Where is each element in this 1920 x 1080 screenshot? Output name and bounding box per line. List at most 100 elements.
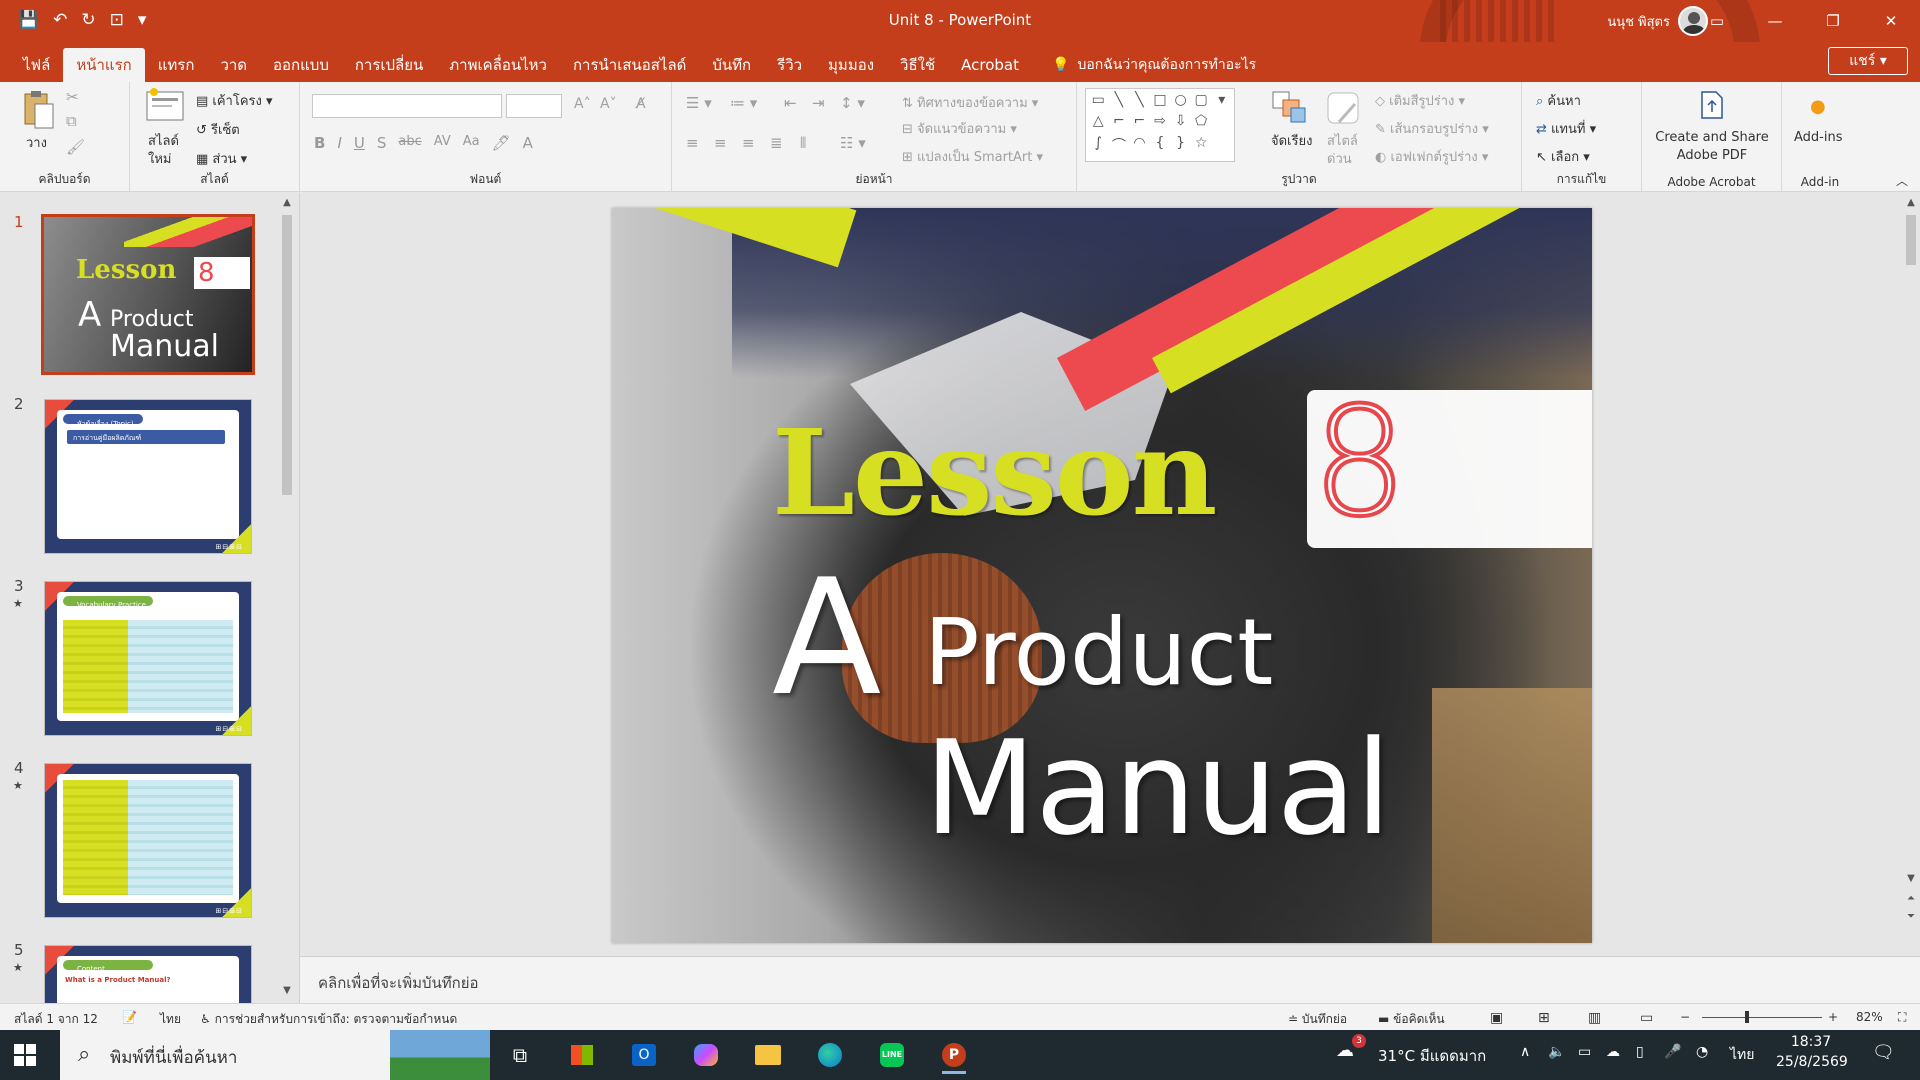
user-name[interactable]: นนุช พิสุตร bbox=[1607, 11, 1670, 32]
scrollbar-thumb[interactable] bbox=[1906, 215, 1916, 265]
language-indicator[interactable]: ไทย bbox=[160, 1010, 181, 1029]
copilot-icon[interactable] bbox=[686, 1036, 726, 1074]
font-color-icon[interactable]: A bbox=[523, 134, 533, 152]
shape-effects-button[interactable]: ◐ เอฟเฟกต์รูปร่าง ▾ bbox=[1375, 146, 1488, 167]
decrease-indent-icon[interactable]: ⇤ bbox=[784, 94, 797, 112]
create-pdf-label-2[interactable]: Adobe PDF bbox=[1654, 148, 1770, 163]
new-slide-icon[interactable] bbox=[146, 88, 184, 122]
connector-icon[interactable]: ⌐ bbox=[1130, 113, 1149, 132]
align-left-icon[interactable]: ≡ bbox=[686, 134, 699, 152]
close-button[interactable]: ✕ bbox=[1862, 0, 1920, 42]
align-center-icon[interactable]: ≡ bbox=[714, 134, 727, 152]
thumbnail-item[interactable]: 2 หัวข้อเรื่อง (Topic) การอ่านคู่มือผลิต… bbox=[0, 395, 280, 555]
slide-lesson-title[interactable]: Lesson bbox=[772, 413, 1217, 533]
paste-label[interactable]: วาง bbox=[26, 132, 47, 153]
zoom-level[interactable]: 82% bbox=[1856, 1010, 1883, 1024]
thumbnail-slide-4[interactable]: ⊞⊟⊞⊟ bbox=[44, 763, 252, 918]
increase-indent-icon[interactable]: ⇥ bbox=[812, 94, 825, 112]
change-case-button[interactable]: Aa bbox=[463, 134, 480, 152]
thumbnail-item[interactable]: 3 ★ Vocabulary Practice ⊞⊟⊞⊟ bbox=[0, 577, 280, 737]
minimize-button[interactable]: — bbox=[1746, 0, 1804, 42]
zoom-slider[interactable] bbox=[1702, 1017, 1822, 1018]
tab-file[interactable]: ไฟล์ bbox=[10, 48, 63, 82]
section-button[interactable]: ▦ ส่วน ▾ bbox=[196, 148, 247, 169]
bullets-icon[interactable]: ☰ ▾ bbox=[686, 94, 712, 112]
comments-button[interactable]: ▬ ข้อคิดเห็น bbox=[1378, 1010, 1445, 1029]
addins-button[interactable]: Add-ins bbox=[1794, 130, 1842, 145]
battery-icon[interactable]: ▭ bbox=[1578, 1044, 1591, 1060]
tab-home[interactable]: หน้าแรก bbox=[63, 48, 145, 82]
format-painter-icon[interactable]: 🖌 bbox=[66, 138, 85, 156]
notes-button[interactable]: ≐ บันทึกย่อ bbox=[1288, 1010, 1347, 1029]
connector-icon[interactable]: ⌐ bbox=[1110, 113, 1129, 132]
clock-time[interactable]: 18:37 bbox=[1778, 1034, 1844, 1050]
font-size-combo[interactable] bbox=[506, 94, 562, 118]
input-language[interactable]: ไทย bbox=[1730, 1044, 1754, 1066]
scroll-up-icon[interactable]: ▲ bbox=[1902, 197, 1920, 208]
rounded-rect-icon[interactable]: ▢ bbox=[1192, 92, 1211, 111]
tab-acrobat[interactable]: Acrobat bbox=[948, 48, 1032, 82]
line-spacing-icon[interactable]: ↕ ▾ bbox=[840, 94, 865, 112]
notes-pane[interactable]: คลิกเพื่อที่จะเพิ่มบันทึกย่อ bbox=[300, 956, 1920, 1003]
font-name-combo[interactable] bbox=[312, 94, 502, 118]
editor-scrollbar[interactable]: ▲ ▼ ⏶ ⏷ bbox=[1902, 193, 1920, 922]
reset-button[interactable]: ↺ รีเซ็ต bbox=[196, 119, 240, 140]
clear-format-icon[interactable]: A̸ bbox=[636, 96, 646, 112]
bold-button[interactable]: B bbox=[314, 134, 325, 152]
line-app-icon[interactable]: LINE bbox=[872, 1036, 912, 1074]
weather-text[interactable]: 31°C มีแดดมาก bbox=[1378, 1044, 1486, 1068]
highlight-icon[interactable]: 🖊 bbox=[492, 134, 511, 152]
onedrive-icon[interactable]: ☁ bbox=[1606, 1044, 1620, 1060]
justify-icon[interactable]: ≣ bbox=[770, 134, 783, 152]
scroll-down-icon[interactable]: ▼ bbox=[1902, 873, 1920, 884]
clock-date[interactable]: 25/8/2569 bbox=[1776, 1054, 1848, 1070]
textbox-icon[interactable]: ▭ bbox=[1089, 92, 1108, 111]
quick-styles-icon[interactable] bbox=[1325, 90, 1361, 126]
char-spacing-button[interactable]: AV bbox=[434, 134, 451, 152]
show-hidden-icons[interactable]: ∧ bbox=[1520, 1044, 1530, 1060]
tab-record[interactable]: บันทึก bbox=[699, 48, 764, 82]
underline-button[interactable]: U bbox=[354, 134, 365, 152]
file-explorer-icon[interactable] bbox=[748, 1036, 788, 1074]
tab-transitions[interactable]: การเปลี่ยน bbox=[342, 48, 436, 82]
shapes-gallery[interactable]: ▭ ╲ ╲ □ ○ ▢ ▾ △ ⌐ ⌐ ⇨ ⇩ ⬠ ∫ ⌒ ◠{} ☆ bbox=[1085, 88, 1235, 162]
numbering-icon[interactable]: ≔ ▾ bbox=[730, 94, 757, 112]
windows-start-icon[interactable] bbox=[14, 1044, 36, 1066]
oval-icon[interactable]: ○ bbox=[1171, 92, 1190, 111]
powerpoint-icon[interactable]: P bbox=[934, 1036, 974, 1074]
previous-slide-icon[interactable]: ⏶ bbox=[1902, 893, 1920, 904]
store-icon[interactable] bbox=[562, 1036, 602, 1074]
align-text-button[interactable]: ⊟ จัดแนวข้อความ ▾ bbox=[902, 118, 1017, 139]
paste-icon[interactable] bbox=[22, 90, 56, 130]
grow-font-icon[interactable]: A˄ bbox=[574, 96, 591, 112]
microphone-icon[interactable]: 🎤 bbox=[1664, 1044, 1681, 1060]
weather-icon[interactable]: ☁ bbox=[1336, 1040, 1354, 1061]
device-icon[interactable]: ▯ bbox=[1636, 1044, 1644, 1060]
strikethrough-button[interactable]: abc bbox=[398, 134, 421, 152]
thumbnail-item[interactable]: 4 ★ ⊞⊟⊞⊟ bbox=[0, 759, 280, 919]
current-slide[interactable]: 8 Lesson A Product Manual bbox=[612, 208, 1592, 943]
thumbnail-item[interactable]: 1 Lesson 8 A Product Manual bbox=[0, 213, 280, 375]
taskbar-search[interactable]: ⌕ พิมพ์ที่นี่เพื่อค้นหา bbox=[60, 1030, 490, 1080]
shape-outline-button[interactable]: ✎ เส้นกรอบรูปร่าง ▾ bbox=[1375, 118, 1489, 139]
thumbnail-slide-2[interactable]: หัวข้อเรื่อง (Topic) การอ่านคู่มือผลิตภั… bbox=[44, 399, 252, 554]
columns-icon[interactable]: ⫴ bbox=[800, 134, 806, 152]
arrange-icon[interactable] bbox=[1271, 90, 1307, 124]
scroll-down-icon[interactable]: ▼ bbox=[278, 985, 296, 996]
zoom-out-icon[interactable]: − bbox=[1680, 1010, 1690, 1024]
more-shapes-icon[interactable]: ▾ bbox=[1212, 92, 1231, 111]
zoom-slider-knob[interactable] bbox=[1745, 1011, 1749, 1023]
outlook-icon[interactable]: O bbox=[624, 1036, 664, 1074]
curve-icon[interactable]: ⌒ bbox=[1110, 135, 1129, 158]
shape-icon[interactable]: ⬠ bbox=[1192, 113, 1211, 132]
zoom-in-icon[interactable]: + bbox=[1828, 1010, 1838, 1024]
shrink-font-icon[interactable]: A˅ bbox=[600, 96, 617, 112]
cut-icon[interactable]: ✂ bbox=[66, 88, 79, 106]
select-button[interactable]: ↖ เลือก ▾ bbox=[1536, 146, 1590, 167]
create-pdf-label-1[interactable]: Create and Share bbox=[1654, 130, 1770, 145]
fit-slide-icon[interactable]: ⛶ bbox=[1898, 1010, 1906, 1025]
thumbnail-scrollbar[interactable]: ▲ ▼ bbox=[278, 193, 296, 1003]
star-icon[interactable]: ☆ bbox=[1192, 135, 1211, 158]
slide-a-text[interactable]: A bbox=[772, 553, 881, 723]
slide-product-text[interactable]: Product bbox=[924, 603, 1273, 703]
